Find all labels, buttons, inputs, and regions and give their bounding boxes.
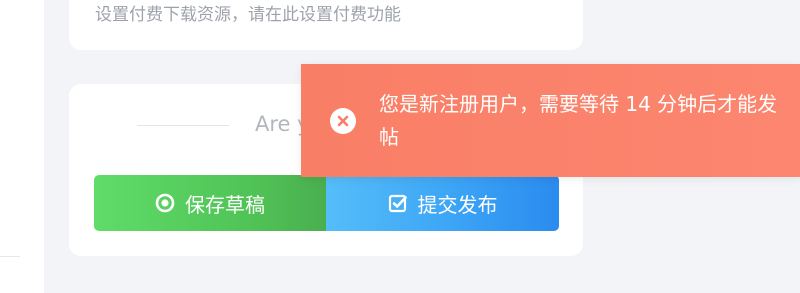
sidebar-divider: [0, 256, 20, 257]
close-circle-icon[interactable]: [330, 108, 356, 134]
submit-publish-label: 提交发布: [417, 192, 498, 217]
paid-download-hint: 设置付费下载资源，请在此设置付费功能: [95, 5, 401, 25]
save-draft-label: 保存草稿: [185, 192, 265, 217]
left-sidebar-edge: [0, 0, 44, 293]
paid-settings-card: 设置付费下载资源，请在此设置付费功能: [69, 0, 583, 50]
save-draft-button[interactable]: 保存草稿: [94, 175, 326, 231]
confirm-divider-line: [137, 125, 229, 126]
submit-publish-button[interactable]: 提交发布: [326, 175, 559, 231]
target-circle-icon: [155, 193, 175, 213]
checkbox-icon: [388, 193, 408, 213]
error-toast: 您是新注册用户，需要等待 14 分钟后才能发帖: [301, 64, 800, 177]
toast-message: 您是新注册用户，需要等待 14 分钟后才能发帖: [379, 92, 778, 149]
